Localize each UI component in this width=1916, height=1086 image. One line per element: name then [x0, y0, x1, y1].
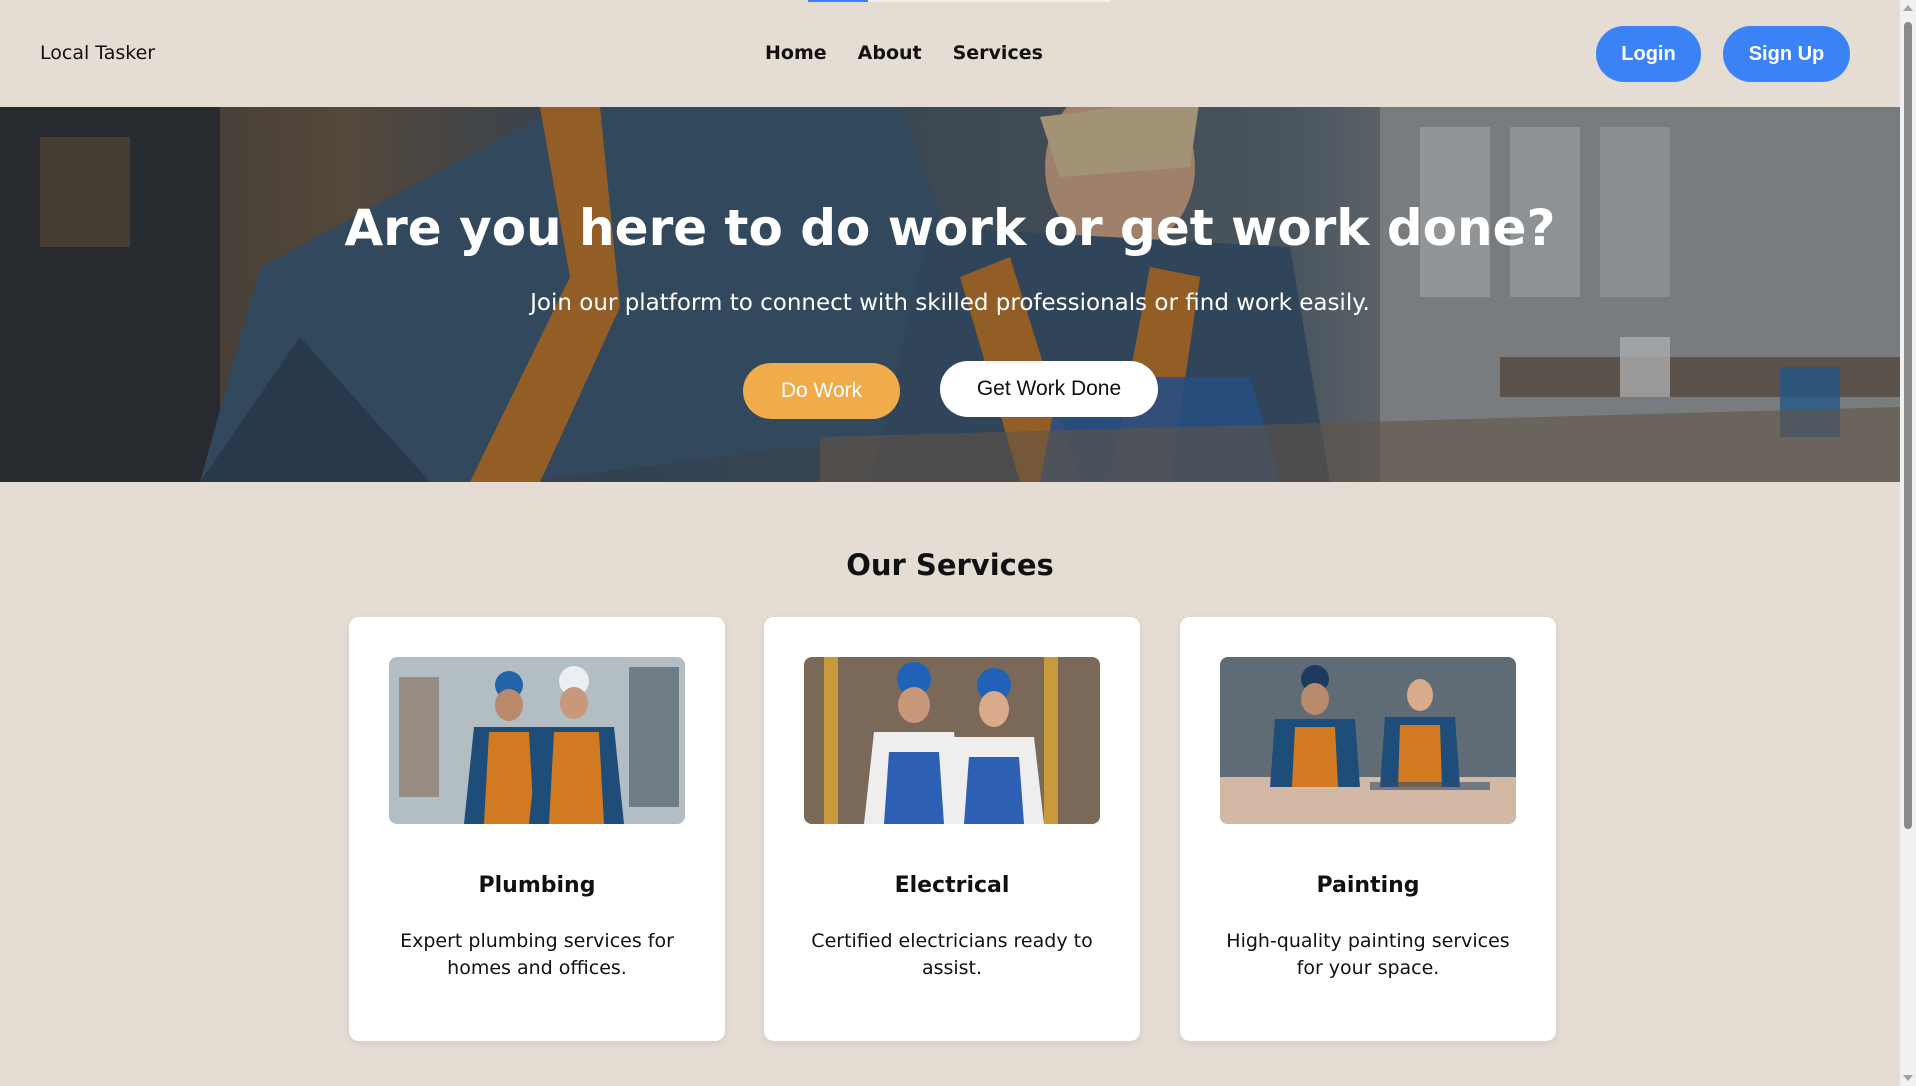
service-card-plumbing[interactable]: Plumbing Expert plumbing services for ho… — [349, 617, 725, 1041]
top-progress-accent — [808, 0, 868, 2]
service-card-electrical[interactable]: Electrical Certified electricians ready … — [764, 617, 1140, 1041]
card-title: Painting — [1316, 873, 1420, 898]
services-title: Our Services — [846, 548, 1054, 582]
hero-subtitle: Join our platform to connect with skille… — [530, 290, 1370, 316]
painting-workers-image — [1220, 657, 1516, 824]
card-description: Certified electricians ready to assist. — [811, 930, 1093, 979]
scrollbar-thumb[interactable] — [1904, 22, 1912, 829]
hero-title: Are you here to do work or get work done… — [344, 199, 1556, 257]
card-description: High-quality painting services for your … — [1226, 930, 1510, 979]
painting-photo — [1220, 657, 1516, 824]
scroll-up-arrow-icon[interactable] — [1903, 5, 1913, 11]
login-button[interactable]: Login — [1596, 26, 1701, 82]
electrical-photo — [804, 657, 1100, 824]
get-work-done-button[interactable]: Get Work Done — [940, 361, 1158, 417]
plumbing-photo — [389, 657, 685, 824]
nav-home[interactable]: Home — [765, 42, 827, 64]
main-nav: Home About Services — [765, 42, 1043, 64]
plumbing-workers-image — [389, 657, 685, 824]
page-scrollbar[interactable] — [1900, 0, 1916, 1086]
card-description: Expert plumbing services for homes and o… — [400, 930, 674, 979]
electrical-workers-image — [804, 657, 1100, 824]
site-header: Local Tasker Home About Services Login S… — [0, 0, 1900, 107]
card-title: Electrical — [894, 873, 1010, 898]
nav-about[interactable]: About — [858, 42, 922, 64]
service-card-painting[interactable]: Painting High-quality painting services … — [1180, 617, 1556, 1041]
card-title: Plumbing — [478, 873, 596, 898]
page: Local Tasker Home About Services Login S… — [0, 0, 1900, 1086]
hero-banner: Are you here to do work or get work done… — [0, 107, 1900, 482]
scroll-down-arrow-icon[interactable] — [1903, 1075, 1913, 1081]
brand-logo-text[interactable]: Local Tasker — [40, 42, 155, 64]
signup-button[interactable]: Sign Up — [1723, 26, 1850, 82]
nav-services[interactable]: Services — [953, 42, 1043, 64]
do-work-button[interactable]: Do Work — [743, 363, 900, 419]
